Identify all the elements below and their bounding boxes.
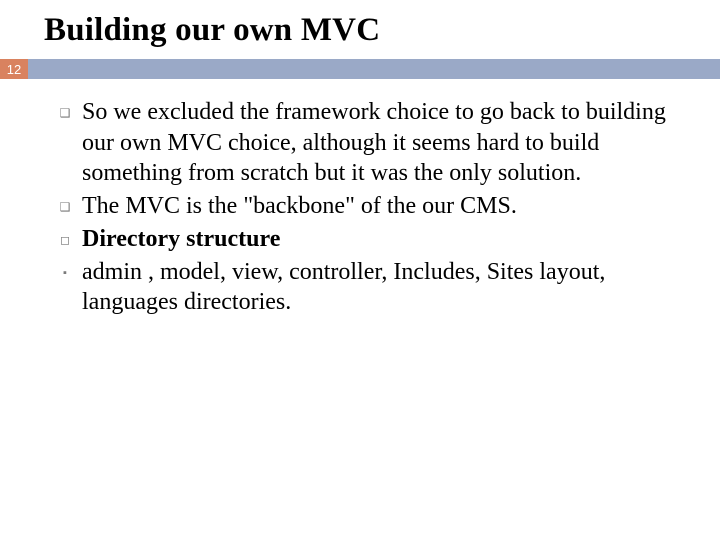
title-bar: 12 [0,59,720,79]
solid-square-icon: ▪ [48,257,82,279]
page-number-badge: 12 [0,59,28,79]
slide-body: ❑ So we excluded the framework choice to… [0,79,720,318]
slide-title: Building our own MVC [0,0,720,59]
hollow-square-icon: ❑ [48,191,82,214]
list-item: ❑ So we excluded the framework choice to… [48,97,680,189]
item-text: The MVC is the "backbone" of the our CMS… [82,191,680,222]
slide: Building our own MVC 12 ❑ So we excluded… [0,0,720,540]
title-bar-fill [28,59,720,79]
content-list: ❑ So we excluded the framework choice to… [48,97,680,318]
list-item: ❑ The MVC is the "backbone" of the our C… [48,191,680,222]
hollow-square-icon: ❑ [48,97,82,120]
hollow-box-icon: ◻ [48,224,82,247]
item-text: admin , model, view, controller, Include… [82,257,680,318]
list-item: ◻ Directory structure [48,224,680,255]
item-text: Directory structure [82,224,680,255]
list-item: ▪ admin , model, view, controller, Inclu… [48,257,680,318]
item-text: So we excluded the framework choice to g… [82,97,680,189]
